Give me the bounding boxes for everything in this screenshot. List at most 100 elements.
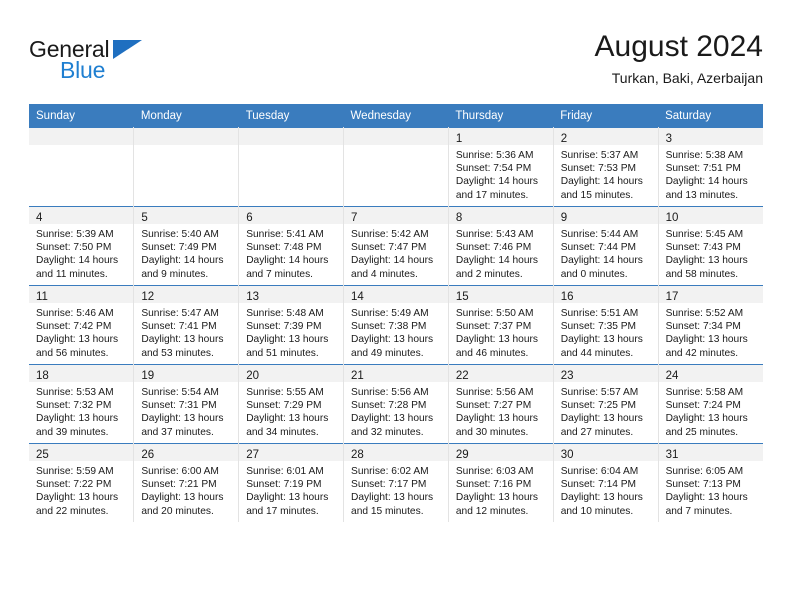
daylight-duration-line1: Daylight: 14 hours [246,255,329,267]
day-number-band: 14 [344,286,448,303]
sunset-time: Sunset: 7:53 PM [560,163,637,175]
calendar-day-cell[interactable]: 14 Sunrise: 5:49 AM Sunset: 7:38 PM Dayligh… [343,285,449,365]
daylight-duration-line1: Daylight: 14 hours [560,176,643,188]
weekday-header-friday: Friday [553,104,659,128]
calendar-day-cell[interactable]: 30 Sunrise: 6:04 AM Sunset: 7:14 PM Dayligh… [553,443,659,522]
sunrise-time: Sunrise: 5:48 AM [246,308,324,319]
day-number: 3 [665,133,672,145]
calendar-day-cell[interactable]: 27 Sunrise: 6:01 AM Sunset: 7:19 PM Dayligh… [238,443,345,522]
day-number-band: 2 [553,128,658,145]
calendar-day-cell[interactable]: 11 Sunrise: 5:46 AM Sunset: 7:42 PM Dayligh… [29,285,135,365]
calendar-day-cell[interactable]: 4 Sunrise: 5:39 AM Sunset: 7:50 PM Daylight… [29,206,135,286]
calendar-day-cell[interactable]: 20 Sunrise: 5:55 AM Sunset: 7:29 PM Dayligh… [238,364,345,444]
calendar-day-cell[interactable]: 12 Sunrise: 5:47 AM Sunset: 7:41 PM Dayligh… [133,285,240,365]
calendar-day-cell[interactable]: 21 Sunrise: 5:56 AM Sunset: 7:28 PM Dayligh… [343,364,449,444]
sunset-time: Sunset: 7:14 PM [560,479,637,491]
daylight-duration-line2: and 15 minutes. [351,505,424,517]
sunrise-time: Sunrise: 5:45 AM [665,229,744,240]
daylight-duration-line2: and 17 minutes. [455,189,529,201]
calendar-day-cell[interactable]: 6 Sunrise: 5:41 AM Sunset: 7:48 PM Daylight… [238,206,345,286]
sunrise-time: Sunrise: 5:40 AM [141,229,219,240]
calendar-header-row: Sunday Monday Tuesday Wednesday Thursday… [29,104,763,128]
day-number: 25 [36,449,49,461]
sunrise-time: Sunrise: 5:57 AM [560,387,639,398]
day-number: 24 [665,370,679,382]
day-detail: Sunrise: 5:59 AM Sunset: 7:22 PM Daylight:… [29,461,133,518]
daylight-duration-line2: and 37 minutes. [141,426,214,438]
calendar-day-cell[interactable]: 25 Sunrise: 5:59 AM Sunset: 7:22 PM Dayligh… [29,443,135,522]
calendar-week-row: 25 Sunrise: 5:59 AM Sunset: 7:22 PM Dayligh… [29,443,763,522]
sunset-time: Sunset: 7:46 PM [455,242,532,254]
calendar-day-cell[interactable]: 9 Sunrise: 5:44 AM Sunset: 7:44 PM Daylight… [553,206,659,286]
day-detail: Sunrise: 5:58 AM Sunset: 7:24 PM Daylight:… [659,382,763,439]
calendar-day-cell[interactable]: 18 Sunrise: 5:53 AM Sunset: 7:32 PM Dayligh… [29,364,135,444]
sunrise-time: Sunrise: 5:47 AM [141,308,219,319]
sunset-time: Sunset: 7:37 PM [455,321,532,333]
daylight-duration-line1: Daylight: 13 hours [141,413,224,425]
calendar-day-cell[interactable]: 5 Sunrise: 5:40 AM Sunset: 7:49 PM Daylight… [133,206,240,286]
calendar-day-cell[interactable]: 7 Sunrise: 5:42 AM Sunset: 7:47 PM Daylight… [343,206,449,286]
sunset-time: Sunset: 7:32 PM [36,400,112,412]
day-number-band: 13 [239,286,344,303]
sunrise-time: Sunrise: 5:49 AM [351,308,429,319]
sunset-time: Sunset: 7:27 PM [455,400,532,412]
calendar-day-cell[interactable]: 28 Sunrise: 6:02 AM Sunset: 7:17 PM Dayligh… [343,443,449,522]
day-number: 26 [141,449,155,461]
sunset-time: Sunset: 7:28 PM [351,400,427,412]
calendar-day-cell-empty [238,127,345,207]
sunrise-time: Sunrise: 6:01 AM [246,466,324,477]
calendar-day-cell[interactable]: 13 Sunrise: 5:48 AM Sunset: 7:39 PM Dayligh… [238,285,345,365]
sunset-time: Sunset: 7:19 PM [246,479,322,491]
calendar-day-cell[interactable]: 2 Sunrise: 5:37 AM Sunset: 7:53 PM Daylight… [553,127,659,207]
calendar-week-row: 4 Sunrise: 5:39 AM Sunset: 7:50 PM Daylight… [29,206,763,286]
sunrise-time: Sunrise: 5:36 AM [455,150,534,161]
general-blue-logo[interactable]: General Blue [29,36,259,92]
calendar-day-cell-empty [133,127,240,207]
calendar-day-cell[interactable]: 16 Sunrise: 5:51 AM Sunset: 7:35 PM Dayligh… [553,285,659,365]
sunrise-time: Sunrise: 6:02 AM [351,466,429,477]
day-number: 29 [455,449,469,461]
calendar-day-cell[interactable]: 15 Sunrise: 5:50 AM Sunset: 7:37 PM Dayligh… [448,285,554,365]
daylight-duration-line2: and 17 minutes. [246,505,319,517]
daylight-duration-line1: Daylight: 13 hours [665,255,748,267]
day-number-band: 17 [658,286,763,303]
calendar-day-cell[interactable]: 23 Sunrise: 5:57 AM Sunset: 7:25 PM Dayligh… [553,364,659,444]
sunset-time: Sunset: 7:22 PM [36,479,112,491]
calendar-day-cell[interactable]: 22 Sunrise: 5:56 AM Sunset: 7:27 PM Dayligh… [448,364,554,444]
calendar-day-cell[interactable]: 10 Sunrise: 5:45 AM Sunset: 7:43 PM Dayligh… [658,206,763,286]
day-number-band [344,128,448,145]
sunset-time: Sunset: 7:49 PM [141,242,217,254]
day-number: 21 [351,370,364,382]
day-number-band [29,128,134,145]
sunrise-time: Sunrise: 5:39 AM [36,229,114,240]
sunset-time: Sunset: 7:29 PM [246,400,322,412]
calendar-day-cell[interactable]: 8 Sunrise: 5:43 AM Sunset: 7:46 PM Daylight… [448,206,554,286]
day-number-band: 30 [553,444,658,461]
calendar-day-cell[interactable]: 31 Sunrise: 6:05 AM Sunset: 7:13 PM Dayligh… [658,443,763,522]
day-number: 6 [246,212,253,224]
day-number-band: 23 [553,365,658,382]
sunset-time: Sunset: 7:50 PM [36,242,112,254]
day-detail: Sunrise: 5:45 AM Sunset: 7:43 PM Daylight:… [659,224,763,281]
day-detail: Sunrise: 5:40 AM Sunset: 7:49 PM Daylight:… [134,224,238,281]
daylight-duration-line1: Daylight: 14 hours [560,255,643,267]
daylight-duration-line1: Daylight: 13 hours [665,334,748,346]
calendar-day-cell[interactable]: 26 Sunrise: 6:00 AM Sunset: 7:21 PM Dayligh… [133,443,240,522]
calendar-day-cell-empty [343,127,449,207]
calendar-day-cell[interactable]: 17 Sunrise: 5:52 AM Sunset: 7:34 PM Dayligh… [658,285,763,365]
sunset-time: Sunset: 7:17 PM [351,479,427,491]
daylight-duration-line2: and 9 minutes. [141,268,209,280]
daylight-duration-line2: and 46 minutes. [455,347,529,359]
calendar-day-cell[interactable]: 24 Sunrise: 5:58 AM Sunset: 7:24 PM Dayligh… [658,364,763,444]
day-number: 28 [351,449,364,461]
sunrise-time: Sunrise: 5:38 AM [665,150,744,161]
day-number-band: 11 [29,286,134,303]
calendar-day-cell[interactable]: 19 Sunrise: 5:54 AM Sunset: 7:31 PM Dayligh… [133,364,240,444]
calendar-day-cell[interactable]: 1 Sunrise: 5:36 AM Sunset: 7:54 PM Daylight… [448,127,554,207]
calendar-day-cell[interactable]: 3 Sunrise: 5:38 AM Sunset: 7:51 PM Daylight… [658,127,763,207]
day-detail: Sunrise: 5:44 AM Sunset: 7:44 PM Daylight:… [554,224,658,281]
calendar-day-cell[interactable]: 29 Sunrise: 6:03 AM Sunset: 7:16 PM Dayligh… [448,443,554,522]
sunset-time: Sunset: 7:24 PM [665,400,741,412]
sunset-time: Sunset: 7:54 PM [455,163,532,175]
day-number: 9 [560,212,568,224]
